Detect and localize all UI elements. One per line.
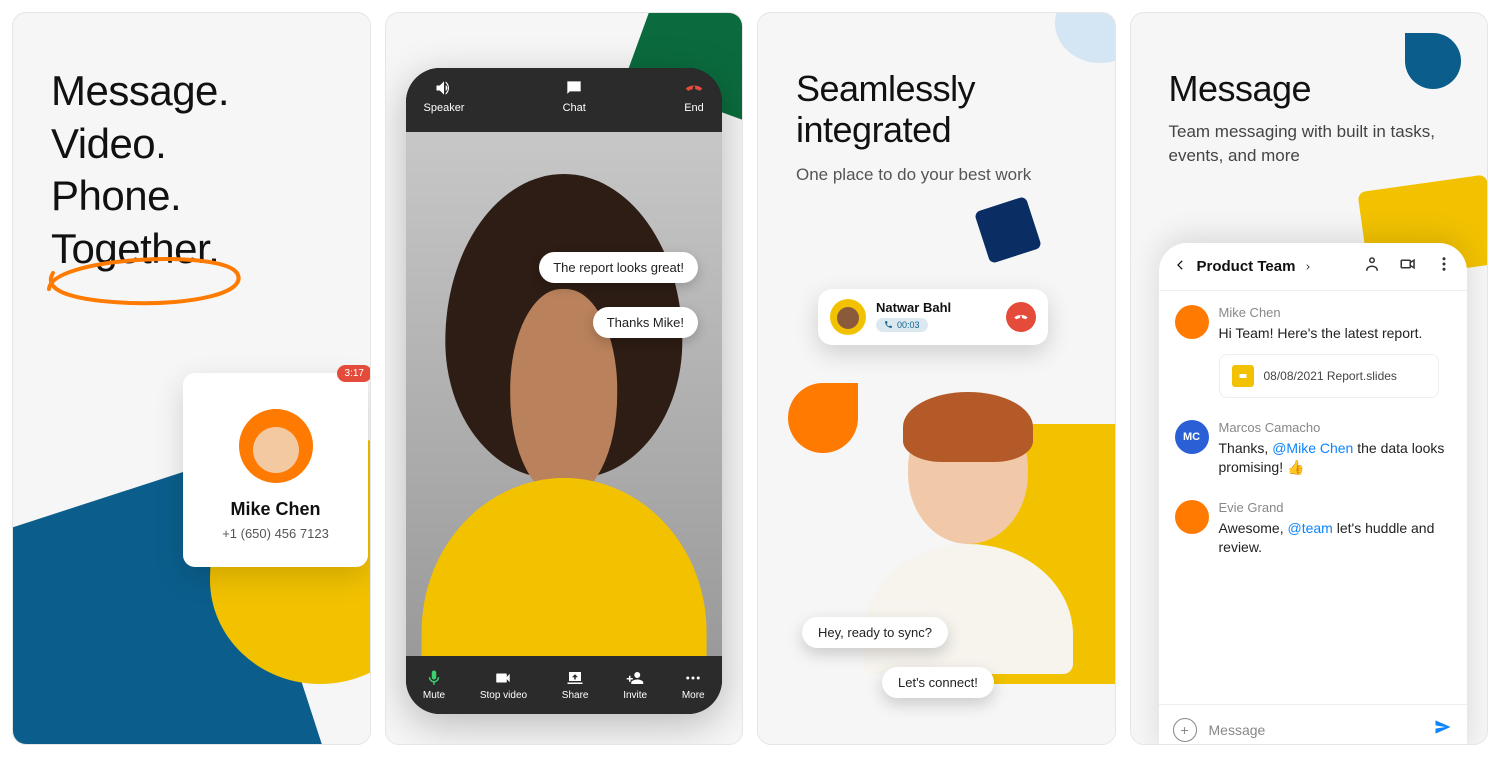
share-button[interactable]: Share: [562, 669, 589, 701]
contact-name: Mike Chen: [197, 499, 354, 520]
caller-name: Natwar Bahl: [876, 300, 996, 315]
back-button[interactable]: [1173, 256, 1187, 277]
members-button[interactable]: [1363, 255, 1381, 278]
slide-heading: Seamlessly integrated One place to do yo…: [796, 68, 1115, 185]
file-attachment[interactable]: 08/08/2021 Report.slides: [1219, 354, 1439, 398]
chat-bubble: Let's connect!: [882, 667, 994, 698]
video-feed: The report looks great! Thanks Mike!: [406, 132, 723, 656]
slide-video-call: Speaker Chat End The report looks great!…: [385, 12, 744, 745]
people-icon: [1363, 255, 1381, 273]
video-icon: [1399, 255, 1417, 273]
chat-header: Product Team: [1159, 243, 1468, 291]
message: Mike Chen Hi Team! Here's the latest rep…: [1175, 305, 1452, 398]
slide-title: Seamlessly integrated: [796, 68, 1115, 151]
avatar: [1175, 500, 1209, 534]
more-button[interactable]: More: [682, 669, 705, 701]
headline-line-4: Together.: [51, 223, 229, 276]
slide-title: Message: [1169, 68, 1450, 110]
call-duration-badge: 3:17: [337, 365, 371, 382]
call-bottom-bar: Mute Stop video Share Invite More: [406, 656, 723, 714]
slide-message: Message Team messaging with built in tas…: [1130, 12, 1489, 745]
mic-icon: [425, 669, 443, 687]
share-screen-icon: [566, 669, 584, 687]
avatar: [239, 409, 313, 483]
contact-card[interactable]: 3:17 Mike Chen +1 (650) 456 7123: [183, 373, 368, 567]
phone-mock: Product Team Mike Chen Hi Team! Here's t…: [1159, 243, 1468, 745]
file-name: 08/08/2021 Report.slides: [1264, 369, 1397, 383]
mute-button[interactable]: Mute: [423, 669, 445, 701]
slide-integrated: Seamlessly integrated One place to do yo…: [757, 12, 1116, 745]
send-button[interactable]: [1433, 717, 1453, 742]
chat-bubble: The report looks great!: [539, 252, 698, 283]
add-person-icon: [626, 669, 644, 687]
chevron-left-icon: [1173, 258, 1187, 272]
speaker-button[interactable]: Speaker: [424, 78, 465, 124]
message-thread[interactable]: Mike Chen Hi Team! Here's the latest rep…: [1159, 291, 1468, 704]
sender-name: Evie Grand: [1219, 500, 1452, 515]
more-dots-icon: [684, 669, 702, 687]
message-text: Awesome, @team let's huddle and review.: [1219, 519, 1452, 558]
call-info: Natwar Bahl 00:03: [876, 300, 996, 335]
message: Evie Grand Awesome, @team let's huddle a…: [1175, 500, 1452, 558]
chat-bubble: Thanks Mike!: [593, 307, 698, 338]
call-timer: 00:03: [876, 318, 928, 332]
chat-button[interactable]: Chat: [563, 78, 586, 124]
send-icon: [1433, 717, 1453, 737]
video-call-button[interactable]: [1399, 255, 1417, 278]
chat-bubble: Hey, ready to sync?: [802, 617, 948, 648]
headline-line-2: Video.: [51, 118, 229, 171]
slide-heading: Message Team messaging with built in tas…: [1169, 68, 1450, 168]
avatar: [1175, 305, 1209, 339]
headline-line-3: Phone.: [51, 170, 229, 223]
invite-button[interactable]: Invite: [623, 669, 647, 701]
person-shirt: [863, 544, 1073, 674]
slides-file-icon: [1232, 365, 1254, 387]
message-text: Thanks, @Mike Chen the data looks promis…: [1219, 439, 1452, 478]
more-vertical-icon: [1435, 255, 1453, 273]
chat-icon: [564, 78, 584, 98]
mention[interactable]: @Mike Chen: [1272, 440, 1353, 456]
video-icon: [494, 669, 512, 687]
chevron-right-icon: [1304, 263, 1312, 271]
hero-headline: Message. Video. Phone. Together.: [51, 65, 229, 275]
stop-video-button[interactable]: Stop video: [480, 669, 527, 701]
headline-line-1: Message.: [51, 65, 229, 118]
incoming-call-card[interactable]: Natwar Bahl 00:03: [818, 289, 1048, 345]
sender-name: Mike Chen: [1219, 305, 1452, 320]
hangup-icon: [684, 78, 704, 98]
contact-phone: +1 (650) 456 7123: [197, 526, 354, 541]
call-top-bar: Speaker Chat End: [406, 68, 723, 132]
slide-hero: Message. Video. Phone. Together. 3:17 Mi…: [12, 12, 371, 745]
slide-subtitle: One place to do your best work: [796, 165, 1115, 185]
avatar: MC: [1175, 420, 1209, 454]
speaker-icon: [434, 78, 454, 98]
hangup-icon: [1013, 309, 1029, 325]
mention[interactable]: @team: [1288, 520, 1333, 536]
overflow-menu[interactable]: [1435, 255, 1453, 278]
app-screenshot-gallery: Message. Video. Phone. Together. 3:17 Mi…: [12, 12, 1488, 745]
decor-cloud: [1055, 12, 1116, 63]
composer-placeholder[interactable]: Message: [1209, 722, 1422, 738]
end-call-button[interactable]: [1006, 302, 1036, 332]
phone-icon: [884, 320, 893, 329]
phone-mock: Speaker Chat End The report looks great!…: [406, 68, 723, 714]
sender-name: Marcos Camacho: [1219, 420, 1452, 435]
end-call-button[interactable]: End: [684, 78, 704, 124]
avatar: [830, 299, 866, 335]
message-text: Hi Team! Here's the latest report.: [1219, 324, 1452, 344]
person-hair: [903, 392, 1033, 462]
team-name[interactable]: Product Team: [1197, 258, 1354, 275]
message-composer[interactable]: + Message: [1159, 704, 1468, 745]
message: MC Marcos Camacho Thanks, @Mike Chen the…: [1175, 420, 1452, 478]
decor-navy-square: [973, 196, 1041, 264]
slide-subtitle: Team messaging with built in tasks, even…: [1169, 120, 1450, 168]
attach-button[interactable]: +: [1173, 718, 1197, 742]
